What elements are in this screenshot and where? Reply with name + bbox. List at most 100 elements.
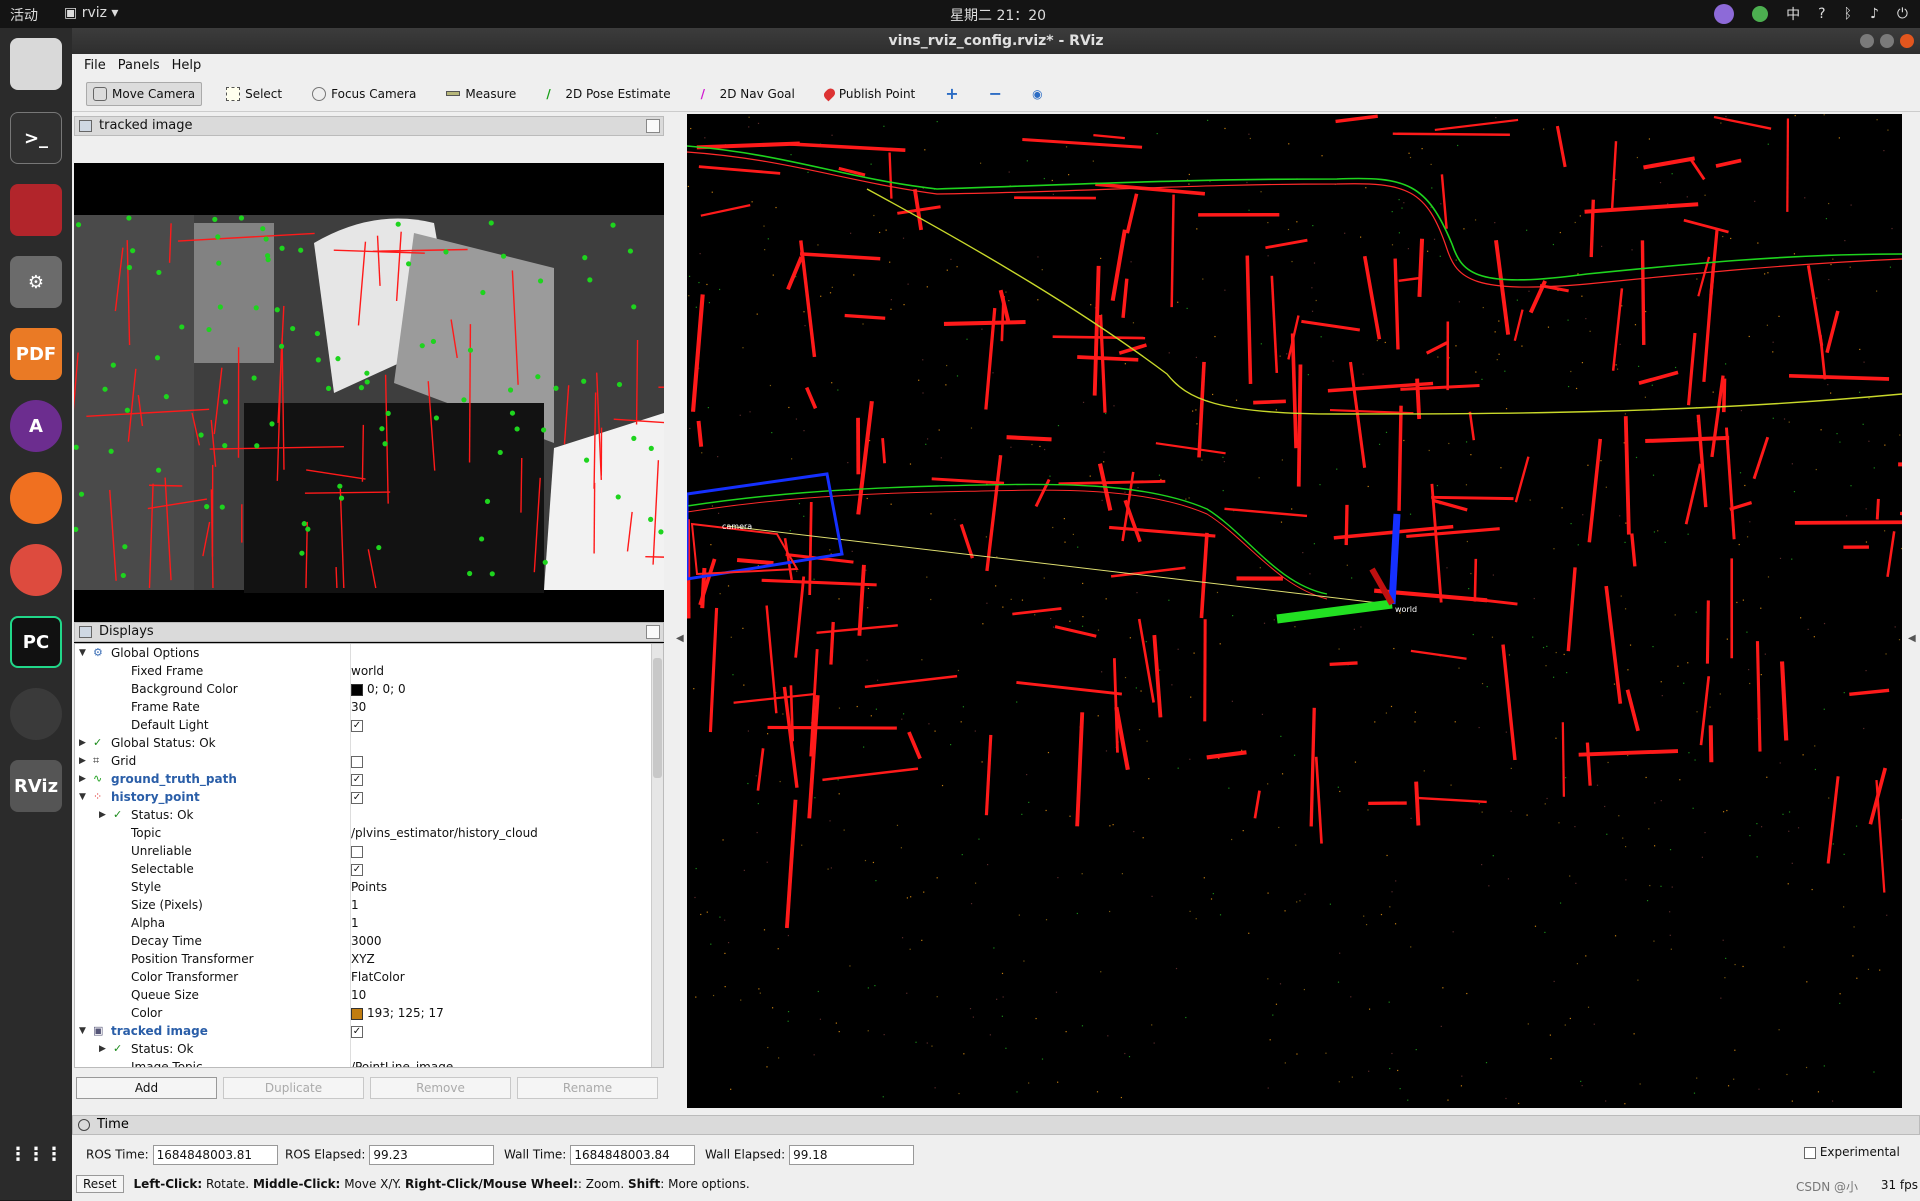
- display-checkbox[interactable]: ✓: [351, 792, 363, 804]
- display-property-value[interactable]: 1: [351, 914, 359, 932]
- display-row[interactable]: Frame Rate30: [75, 698, 663, 716]
- display-row[interactable]: Position TransformerXYZ: [75, 950, 663, 968]
- display-checkbox[interactable]: ✓: [351, 1026, 363, 1038]
- collapse-left-icon[interactable]: ◀: [676, 633, 684, 644]
- display-row[interactable]: Background Color0; 0; 0: [75, 680, 663, 698]
- display-row[interactable]: ▶✓Global Status: Ok: [75, 734, 663, 752]
- render-viewport[interactable]: camera world: [687, 114, 1902, 1108]
- display-property-value[interactable]: /plvins_estimator/history_cloud: [351, 824, 538, 842]
- firefox-icon[interactable]: [10, 472, 62, 524]
- display-property-value[interactable]: FlatColor: [351, 968, 405, 986]
- display-property-value[interactable]: [351, 752, 363, 770]
- display-property-value[interactable]: 193; 125; 17: [351, 1004, 444, 1022]
- focus-camera-tool[interactable]: Focus Camera: [306, 83, 422, 105]
- display-row[interactable]: ▶✓Status: Ok: [75, 806, 663, 824]
- wall-elapsed-value[interactable]: 99.18: [789, 1145, 914, 1165]
- display-row[interactable]: StylePoints: [75, 878, 663, 896]
- expand-arrow-icon[interactable]: ▼: [79, 1022, 86, 1040]
- expand-arrow-icon[interactable]: ▶: [99, 1040, 106, 1058]
- display-property-value[interactable]: /PointLine_image: [351, 1058, 453, 1068]
- move-camera-tool[interactable]: Move Camera: [86, 82, 202, 106]
- duplicate-display-button[interactable]: Duplicate: [223, 1077, 364, 1099]
- displays-tree[interactable]: ▼⚙Global OptionsFixed FrameworldBackgrou…: [74, 643, 664, 1068]
- display-property-value[interactable]: [351, 842, 363, 860]
- network-icon[interactable]: [1752, 6, 1768, 22]
- wall-time-value[interactable]: 1684848003.84: [570, 1145, 695, 1165]
- input-method-indicator[interactable]: 中: [1786, 4, 1800, 24]
- publish-point-tool[interactable]: Publish Point: [819, 83, 921, 105]
- file-manager-icon[interactable]: [10, 38, 62, 90]
- settings-icon[interactable]: ⚙: [10, 256, 62, 308]
- expand-arrow-icon[interactable]: ▶: [99, 806, 106, 824]
- show-apps-icon[interactable]: ⋮⋮⋮: [10, 1128, 62, 1180]
- display-checkbox[interactable]: ✓: [351, 720, 363, 732]
- display-property-value[interactable]: XYZ: [351, 950, 375, 968]
- select-tool[interactable]: Select: [220, 83, 288, 105]
- display-row[interactable]: ▼▣tracked image✓: [75, 1022, 663, 1040]
- display-row[interactable]: Queue Size10: [75, 986, 663, 1004]
- expand-arrow-icon[interactable]: ▼: [79, 788, 86, 806]
- display-row[interactable]: Size (Pixels)1: [75, 896, 663, 914]
- collapse-right-icon[interactable]: ◀: [1908, 633, 1916, 644]
- display-row[interactable]: Alpha1: [75, 914, 663, 932]
- ros-time-value[interactable]: 1684848003.81: [153, 1145, 278, 1165]
- menu-help[interactable]: Help: [172, 58, 202, 73]
- add-tool-button[interactable]: +: [939, 80, 964, 107]
- close-button[interactable]: [1900, 34, 1914, 48]
- display-property-value[interactable]: 3000: [351, 932, 382, 950]
- activities-button[interactable]: 活动: [10, 5, 38, 25]
- help-icon[interactable]: ?: [1818, 6, 1825, 22]
- display-row[interactable]: ▶✓Status: Ok: [75, 1040, 663, 1058]
- obs-icon[interactable]: [10, 688, 62, 740]
- display-property-value[interactable]: 1: [351, 896, 359, 914]
- rename-display-button[interactable]: Rename: [517, 1077, 658, 1099]
- display-row[interactable]: Topic/plvins_estimator/history_cloud: [75, 824, 663, 842]
- display-property-value[interactable]: 0; 0; 0: [351, 680, 406, 698]
- color-swatch[interactable]: [351, 1008, 363, 1020]
- ros-elapsed-value[interactable]: 99.23: [369, 1145, 494, 1165]
- display-row[interactable]: Fixed Frameworld: [75, 662, 663, 680]
- remove-display-button[interactable]: Remove: [370, 1077, 511, 1099]
- display-property-value[interactable]: ✓: [351, 860, 363, 878]
- measure-tool[interactable]: Measure: [440, 83, 522, 105]
- display-property-value[interactable]: ✓: [351, 1022, 363, 1040]
- display-row[interactable]: Selectable✓: [75, 860, 663, 878]
- display-row[interactable]: ▶∿ground_truth_path✓: [75, 770, 663, 788]
- display-property-value[interactable]: 10: [351, 986, 366, 1004]
- terminal-icon[interactable]: >_: [10, 112, 62, 164]
- avatar-icon[interactable]: [1714, 4, 1734, 24]
- display-checkbox[interactable]: [351, 846, 363, 858]
- display-checkbox[interactable]: ✓: [351, 774, 363, 786]
- nav-goal-tool[interactable]: /2D Nav Goal: [695, 83, 801, 105]
- translator-icon[interactable]: A: [10, 400, 62, 452]
- expand-arrow-icon[interactable]: ▶: [79, 734, 86, 752]
- camera-type-button[interactable]: ◉: [1026, 83, 1048, 105]
- maximize-button[interactable]: [1880, 34, 1894, 48]
- add-display-button[interactable]: Add: [76, 1077, 217, 1099]
- display-property-value[interactable]: ✓: [351, 716, 363, 734]
- chrome-icon[interactable]: [10, 544, 62, 596]
- display-property-value[interactable]: ✓: [351, 770, 363, 788]
- display-row[interactable]: Default Light✓: [75, 716, 663, 734]
- display-row[interactable]: Color TransformerFlatColor: [75, 968, 663, 986]
- terminator-icon[interactable]: [10, 184, 62, 236]
- display-property-value[interactable]: 30: [351, 698, 366, 716]
- experimental-toggle[interactable]: Experimental: [1804, 1145, 1900, 1159]
- clock[interactable]: 星期二 21：20: [950, 5, 1046, 25]
- bluetooth-icon[interactable]: ᛒ: [1844, 6, 1852, 22]
- rviz-icon[interactable]: RViz: [10, 760, 62, 812]
- experimental-checkbox[interactable]: [1804, 1147, 1816, 1159]
- display-row[interactable]: Color193; 125; 17: [75, 1004, 663, 1022]
- display-row[interactable]: Unreliable: [75, 842, 663, 860]
- panel-close-button[interactable]: [646, 625, 660, 639]
- display-row[interactable]: ▶⌗Grid: [75, 752, 663, 770]
- volume-icon[interactable]: ♪: [1870, 6, 1879, 22]
- pose-estimate-tool[interactable]: /2D Pose Estimate: [540, 83, 676, 105]
- displays-scrollbar[interactable]: [651, 644, 663, 1067]
- expand-arrow-icon[interactable]: ▼: [79, 644, 86, 662]
- remove-tool-button[interactable]: −: [983, 80, 1008, 107]
- panel-close-button[interactable]: [646, 119, 660, 133]
- menu-file[interactable]: File: [84, 58, 106, 73]
- expand-arrow-icon[interactable]: ▶: [79, 770, 86, 788]
- tracked-image-view[interactable]: [74, 163, 664, 643]
